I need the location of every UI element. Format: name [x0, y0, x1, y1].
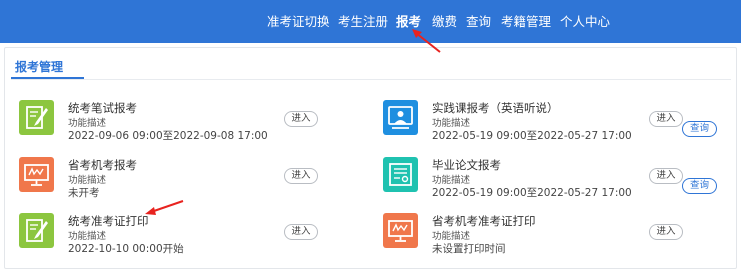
item-desc: 功能描述 [68, 175, 107, 186]
certificate-icon [383, 157, 418, 192]
nav-admission-ticket-switch[interactable]: 准考证切换 [267, 12, 330, 32]
nav-payment[interactable]: 缴费 [432, 12, 457, 32]
item-desc: 功能描述 [432, 231, 471, 242]
item-desc: 功能描述 [68, 118, 107, 129]
tab-apply-management[interactable]: 报考管理 [15, 58, 63, 75]
item-title-provincial-ticket-print: 省考机考准考证打印 [432, 214, 536, 228]
nav-query[interactable]: 查询 [466, 12, 491, 32]
enter-button-provincial-computer[interactable]: 进入 [284, 168, 318, 184]
item-title-unified-written: 统考笔试报考 [68, 101, 137, 115]
item-title-provincial-computer: 省考机考报考 [68, 158, 137, 172]
nav-personal-center[interactable]: 个人中心 [560, 12, 610, 32]
enter-button-provincial-ticket-print[interactable]: 进入 [649, 224, 683, 240]
item-time: 2022-10-10 00:00开始 [68, 243, 184, 255]
nav-record-management[interactable]: 考籍管理 [501, 12, 551, 32]
item-time: 2022-05-19 09:00至2022-05-27 17:00 [432, 130, 632, 142]
item-desc: 功能描述 [432, 118, 471, 129]
enter-button-graduation-thesis[interactable]: 进入 [649, 168, 683, 184]
computer-monitor-icon [19, 157, 54, 192]
enter-button-practical-course[interactable]: 进入 [649, 111, 683, 127]
item-time: 未设置打印时间 [432, 243, 506, 255]
query-button-practical-course[interactable]: 查询 [682, 121, 717, 137]
top-nav-bar: 准考证切换 考生注册 报考 缴费 查询 考籍管理 个人中心 [0, 0, 741, 43]
nav-candidate-register[interactable]: 考生注册 [338, 12, 388, 32]
computer-monitor-icon [383, 213, 418, 248]
item-title-unified-ticket-print: 统考准考证打印 [68, 214, 149, 228]
item-time: 2022-09-06 09:00至2022-09-08 17:00 [68, 130, 268, 142]
nav-apply-exam[interactable]: 报考 [396, 12, 421, 32]
pen-paper-icon [19, 213, 54, 248]
enter-button-unified-written[interactable]: 进入 [284, 111, 318, 127]
item-title-graduation-thesis: 毕业论文报考 [432, 158, 501, 172]
enter-button-unified-ticket-print[interactable]: 进入 [284, 224, 318, 240]
item-title-practical-course: 实践课报考（英语听说） [432, 101, 559, 115]
pen-paper-icon [19, 100, 54, 135]
item-desc: 功能描述 [432, 175, 471, 186]
item-time: 2022-05-19 09:00至2022-05-27 17:00 [432, 187, 632, 199]
item-desc: 功能描述 [68, 231, 107, 242]
query-button-graduation-thesis[interactable]: 查询 [682, 178, 717, 194]
presenter-screen-icon [383, 100, 418, 135]
tab-divider [11, 79, 731, 80]
item-time: 未开考 [68, 187, 100, 199]
